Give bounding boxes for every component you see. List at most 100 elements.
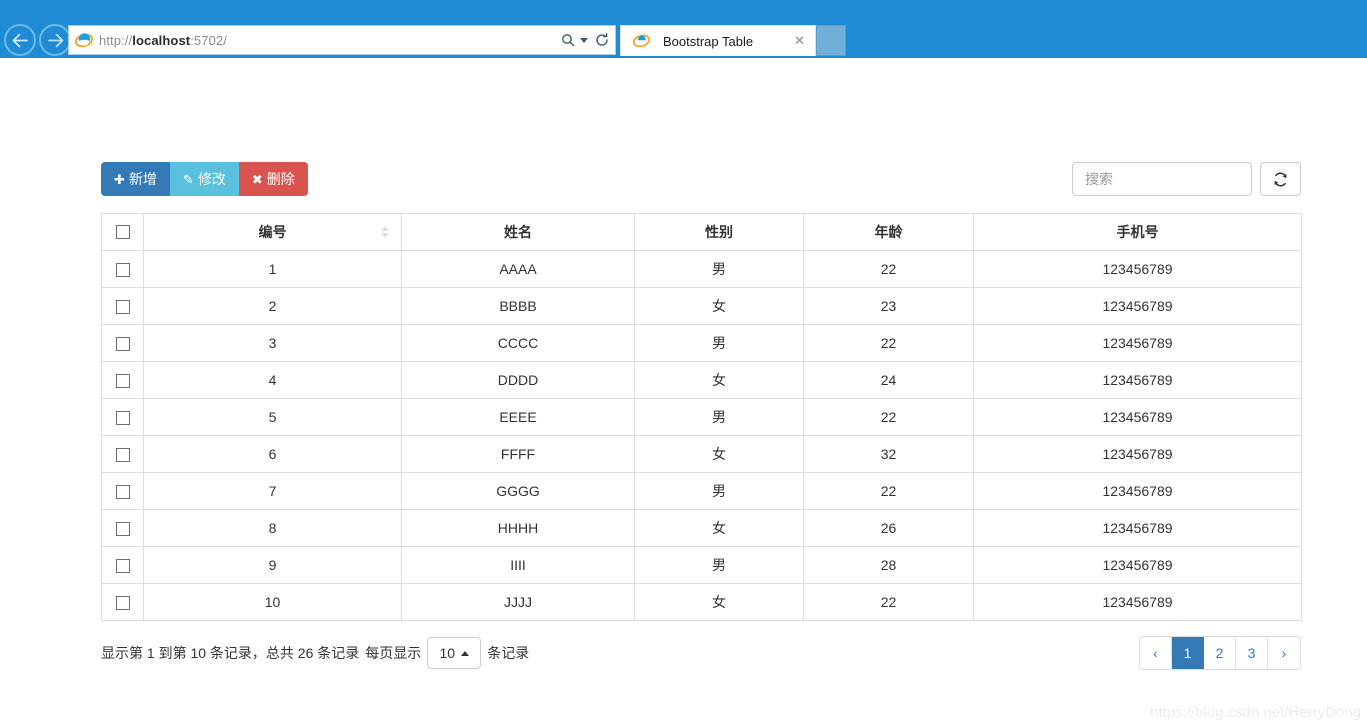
row-select-cell [101, 250, 144, 288]
pagination-page-1[interactable]: 1 [1172, 637, 1204, 669]
table-row[interactable]: 6 FFFF 女 32 123456789 [101, 435, 1302, 473]
row-checkbox[interactable] [115, 596, 130, 611]
chevron-down-icon[interactable] [580, 37, 588, 43]
cell-id: 4 [143, 361, 402, 399]
cell-sex: 女 [634, 435, 804, 473]
select-all-header [101, 213, 144, 251]
cell-age: 22 [803, 250, 974, 288]
cell-age: 32 [803, 435, 974, 473]
cell-name: IIII [401, 546, 635, 584]
select-all-checkbox[interactable] [115, 225, 130, 239]
table-row[interactable]: 2 BBBB 女 23 123456789 [101, 287, 1302, 325]
cell-age: 22 [803, 583, 974, 621]
page-size-value: 10 [439, 645, 456, 661]
column-header-name: 姓名 [401, 213, 635, 251]
cell-id: 9 [143, 546, 402, 584]
column-header-id[interactable]: 编号 [143, 213, 402, 251]
cell-id: 1 [143, 250, 402, 288]
table-footer: 显示第 1 到第 10 条记录，总共 26 条记录 每页显示 10 条记录 ‹ 1… [101, 633, 1301, 673]
row-checkbox[interactable] [115, 263, 130, 278]
page-refresh-icon[interactable] [595, 33, 609, 47]
table-row[interactable]: 9 IIII 男 28 123456789 [101, 546, 1302, 584]
cell-phone: 123456789 [973, 287, 1302, 325]
close-icon[interactable]: ✕ [790, 33, 809, 49]
cell-phone: 123456789 [973, 472, 1302, 510]
row-checkbox[interactable] [115, 485, 130, 500]
cell-phone: 123456789 [973, 398, 1302, 436]
row-checkbox[interactable] [115, 337, 130, 352]
table-row[interactable]: 4 DDDD 女 24 123456789 [101, 361, 1302, 399]
cell-id: 5 [143, 398, 402, 436]
cell-age: 22 [803, 472, 974, 510]
cell-name: JJJJ [401, 583, 635, 621]
tab-title: Bootstrap Table [663, 33, 754, 49]
cell-id: 7 [143, 472, 402, 510]
delete-button[interactable]: ✖ 删除 [238, 162, 308, 196]
browser-tab[interactable]: Bootstrap Table ✕ [620, 25, 816, 56]
tab-strip: Bootstrap Table ✕ [620, 25, 846, 56]
table-row[interactable]: 8 HHHH 女 26 123456789 [101, 509, 1302, 547]
cell-age: 26 [803, 509, 974, 547]
add-button-label: 新增 [128, 171, 157, 187]
table-body: 1 AAAA 男 22 123456789 2 BBBB 女 23 123456789 3 CCCC 男… [101, 250, 1302, 621]
table-row[interactable]: 1 AAAA 男 22 123456789 [101, 250, 1302, 288]
cell-age: 28 [803, 546, 974, 584]
cell-id: 10 [143, 583, 402, 621]
row-checkbox[interactable] [115, 300, 130, 315]
column-header-name-label: 姓名 [504, 224, 532, 240]
address-bar[interactable]: http://localhost:5702/ [68, 25, 616, 55]
cell-phone: 123456789 [973, 324, 1302, 362]
table-row[interactable]: 10 JJJJ 女 22 123456789 [101, 583, 1302, 621]
delete-button-label: 删除 [266, 171, 295, 187]
table-row[interactable]: 3 CCCC 男 22 123456789 [101, 324, 1302, 362]
search-input[interactable] [1072, 162, 1252, 196]
new-tab-button[interactable] [816, 25, 846, 56]
table-row[interactable]: 5 EEEE 男 22 123456789 [101, 398, 1302, 436]
cell-sex: 男 [634, 250, 804, 288]
page-size-dropdown[interactable]: 10 [427, 637, 482, 669]
row-select-cell [101, 546, 144, 584]
cell-age: 22 [803, 324, 974, 362]
row-select-cell [101, 435, 144, 473]
add-button[interactable]: ✚ 新增 [101, 162, 170, 196]
address-bar-icons [561, 33, 615, 47]
cell-age: 23 [803, 287, 974, 325]
back-button[interactable] [4, 24, 36, 56]
refresh-button[interactable] [1260, 162, 1301, 196]
row-checkbox[interactable] [115, 559, 130, 574]
cell-name: HHHH [401, 509, 635, 547]
refresh-icon [1274, 171, 1287, 187]
pagination-page-2[interactable]: 2 [1204, 637, 1236, 669]
tab-favicon-icon [632, 32, 651, 50]
cell-age: 22 [803, 398, 974, 436]
row-checkbox[interactable] [115, 374, 130, 389]
column-header-phone-label: 手机号 [1116, 224, 1159, 240]
edit-button[interactable]: ✎ 修改 [169, 162, 239, 196]
pagination-prev[interactable]: ‹ [1140, 637, 1172, 669]
row-checkbox[interactable] [115, 448, 130, 463]
data-table: 编号 姓名 性别 年龄 手机号 1 AAAA 男 22 123456789 2 … [101, 213, 1302, 621]
pagination-page-3[interactable]: 3 [1236, 637, 1268, 669]
row-select-cell [101, 287, 144, 325]
cell-id: 3 [143, 324, 402, 362]
column-header-age: 年龄 [803, 213, 974, 251]
search-group [1072, 162, 1301, 196]
pagination-detail: 显示第 1 到第 10 条记录，总共 26 条记录 每页显示 10 条记录 [101, 637, 529, 669]
cell-phone: 123456789 [973, 583, 1302, 621]
table-header-row: 编号 姓名 性别 年龄 手机号 [101, 213, 1302, 251]
row-checkbox[interactable] [115, 411, 130, 426]
table-row[interactable]: 7 GGGG 男 22 123456789 [101, 472, 1302, 510]
column-header-age-label: 年龄 [874, 224, 903, 240]
cell-id: 6 [143, 435, 402, 473]
column-header-phone: 手机号 [973, 213, 1302, 251]
row-checkbox[interactable] [115, 522, 130, 537]
cell-name: CCCC [401, 324, 635, 362]
forward-button[interactable] [39, 24, 71, 56]
cell-phone: 123456789 [973, 509, 1302, 547]
cell-name: EEEE [401, 398, 635, 436]
pagination-next[interactable]: › [1268, 637, 1300, 669]
sort-icon[interactable] [381, 226, 389, 238]
per-page-label: 每页显示 [365, 645, 422, 661]
search-icon[interactable] [561, 33, 575, 47]
pencil-icon: ✎ [182, 171, 194, 187]
